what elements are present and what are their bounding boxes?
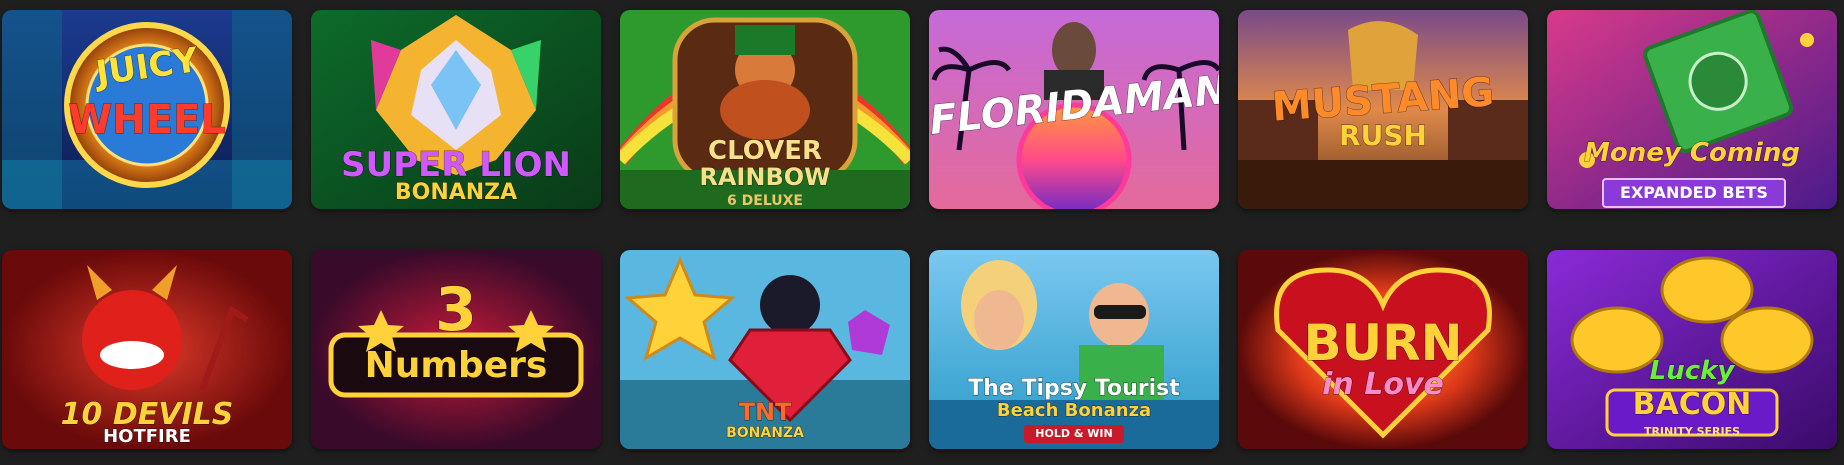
game-artwork	[620, 10, 910, 209]
game-badge: EXPANDED BETS	[1602, 178, 1786, 208]
game-artwork	[311, 10, 601, 209]
game-tile-mustang-rush[interactable]: MUSTANG RUSH	[1238, 10, 1528, 209]
game-tile-tipsy-tourist[interactable]: The Tipsy Tourist Beach Bonanza HOLD & W…	[929, 250, 1219, 449]
game-tile-clover-rainbow[interactable]: CLOVER RAINBOW 6 DELUXE	[620, 10, 910, 209]
game-badge: HOLD & WIN	[1024, 425, 1124, 443]
game-artwork	[929, 10, 1219, 209]
game-tile-3-numbers[interactable]: 3 Numbers	[311, 250, 601, 449]
game-grid: JUICY WHEEL SUPER LION BONANZA CLOVER RA…	[0, 0, 1844, 465]
game-tile-money-coming[interactable]: Money Coming EXPANDED BETS	[1547, 10, 1837, 209]
game-badge-label: EXPANDED BETS	[1620, 183, 1768, 202]
game-tile-burn-in-love[interactable]: BURN in Love	[1238, 250, 1528, 449]
game-tile-10-devils-hotfire[interactable]: 10 DEVILS HOTFIRE	[2, 250, 292, 449]
game-tile-super-lion-bonanza[interactable]: SUPER LION BONANZA	[311, 10, 601, 209]
game-artwork	[929, 250, 1219, 449]
game-artwork	[311, 250, 601, 449]
game-tile-tnt-bonanza[interactable]: TNT BONANZA	[620, 250, 910, 449]
game-tile-lucky-bacon[interactable]: Lucky BACON TRINITY SERIES	[1547, 250, 1837, 449]
game-artwork	[2, 10, 292, 209]
game-artwork	[620, 250, 910, 449]
game-tile-floridaman[interactable]: FLORIDAMAN	[929, 10, 1219, 209]
game-artwork	[2, 250, 292, 449]
game-badge-label: HOLD & WIN	[1035, 427, 1113, 440]
game-artwork	[1238, 250, 1528, 449]
game-tile-juicy-wheel[interactable]: JUICY WHEEL	[2, 10, 292, 209]
game-artwork	[1547, 250, 1837, 449]
game-artwork	[1238, 10, 1528, 209]
